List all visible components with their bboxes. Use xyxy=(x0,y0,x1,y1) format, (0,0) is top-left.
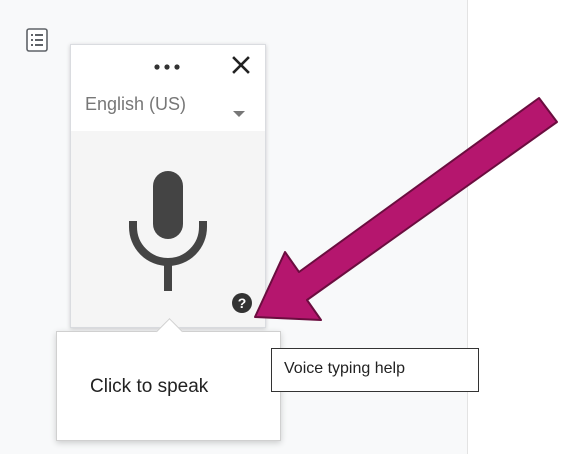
voice-typing-screen: English (US) ? Click to speak Voice typi… xyxy=(0,0,564,454)
annotation-arrow xyxy=(254,97,558,321)
